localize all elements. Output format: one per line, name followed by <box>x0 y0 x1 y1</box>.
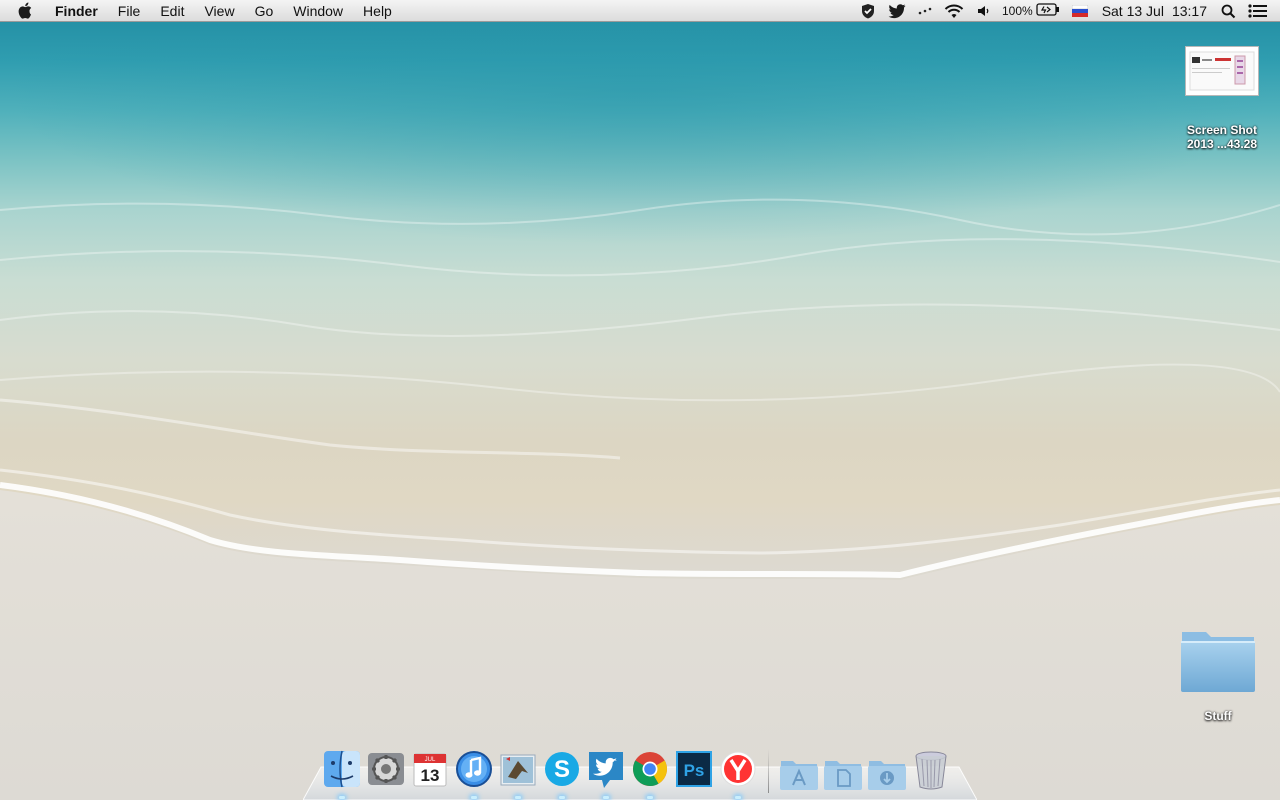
svg-text:S: S <box>554 756 570 783</box>
folder-label: Stuff <box>1204 709 1232 723</box>
running-indicator <box>735 796 741 799</box>
volume-icon[interactable] <box>976 0 990 22</box>
dock-app-skype[interactable]: S <box>542 749 582 799</box>
dock-app-itunes[interactable] <box>454 749 494 799</box>
downloads-folder-icon <box>868 761 906 790</box>
wallpaper-surf <box>0 198 1280 800</box>
twitter-icon <box>589 752 623 788</box>
chrome-icon <box>633 752 667 786</box>
dock-app-photoshop[interactable]: Ps <box>674 749 714 793</box>
battery-percent: 100% <box>1001 4 1033 18</box>
dock-app-calendar[interactable]: JUL 13 <box>410 749 450 793</box>
dock-trash[interactable] <box>911 749 951 793</box>
menu-app-finder[interactable]: Finder <box>51 0 108 22</box>
battery-status[interactable]: 100% <box>1002 0 1060 22</box>
folder-icon <box>1178 626 1258 699</box>
menu-edit[interactable]: Edit <box>150 0 194 22</box>
running-indicator <box>559 796 565 799</box>
photoshop-icon: Ps <box>676 751 712 787</box>
applications-folder-icon <box>780 761 818 790</box>
documents-folder-icon <box>824 761 862 790</box>
dock-app-yandex-browser[interactable] <box>718 749 758 799</box>
menu-view[interactable]: View <box>194 0 244 22</box>
running-indicator <box>647 796 653 799</box>
mail-icon <box>500 754 536 786</box>
running-indicator <box>603 796 609 799</box>
dots-menu-icon[interactable] <box>918 0 932 22</box>
dock-stack-applications[interactable] <box>779 749 819 793</box>
screenshot-thumbnail-icon <box>1185 46 1259 101</box>
yandex-icon <box>720 751 756 787</box>
dock-app-system-preferences[interactable] <box>366 749 406 793</box>
input-source-flag-icon[interactable] <box>1071 0 1088 22</box>
desktop-folder-stuff[interactable]: Stuff <box>1174 626 1262 723</box>
desktop-screenshot-file[interactable]: Screen Shot 2013 ...43.28 <box>1176 46 1268 151</box>
battery-icon <box>1036 3 1060 19</box>
dock-app-twitter[interactable] <box>586 749 626 799</box>
dock-app-chrome[interactable] <box>630 749 670 799</box>
calendar-icon: JUL 13 <box>413 753 447 787</box>
running-indicator <box>515 796 521 799</box>
menu-go[interactable]: Go <box>245 0 284 22</box>
dock-app-finder[interactable] <box>322 749 362 799</box>
date-label[interactable]: Sat 13 Jul <box>1102 3 1164 19</box>
spotlight-search-icon[interactable] <box>1221 0 1236 22</box>
running-indicator <box>339 796 345 799</box>
wifi-icon[interactable] <box>944 0 964 22</box>
menu-window[interactable]: Window <box>283 0 353 22</box>
time-label[interactable]: 13:17 <box>1172 3 1207 19</box>
itunes-icon <box>456 751 492 787</box>
system-preferences-icon <box>368 753 404 785</box>
menu-file[interactable]: File <box>108 0 151 22</box>
finder-icon <box>324 750 360 788</box>
dock-app-mail[interactable] <box>498 749 538 799</box>
twitter-menu-icon[interactable] <box>888 0 906 22</box>
screenshot-file-label-line1: Screen Shot <box>1186 123 1258 137</box>
dock-separator <box>768 749 769 793</box>
dock: JUL 13 S Ps <box>322 745 955 799</box>
dock-stack-documents[interactable] <box>823 749 863 793</box>
shield-icon[interactable] <box>860 0 876 22</box>
trash-icon <box>915 751 947 790</box>
menu-bar: Finder File Edit View Go Window Help 100… <box>0 0 1280 22</box>
dock-stack-downloads[interactable] <box>867 749 907 793</box>
calendar-month: JUL <box>425 757 436 763</box>
apple-icon[interactable] <box>18 2 36 20</box>
screenshot-file-label-line2: 2013 ...43.28 <box>1186 137 1258 151</box>
running-indicator <box>471 796 477 799</box>
svg-text:Ps: Ps <box>684 761 705 780</box>
notification-center-icon[interactable] <box>1248 0 1268 22</box>
skype-icon: S <box>545 752 579 786</box>
menu-help[interactable]: Help <box>353 0 402 22</box>
calendar-day: 13 <box>421 766 440 785</box>
